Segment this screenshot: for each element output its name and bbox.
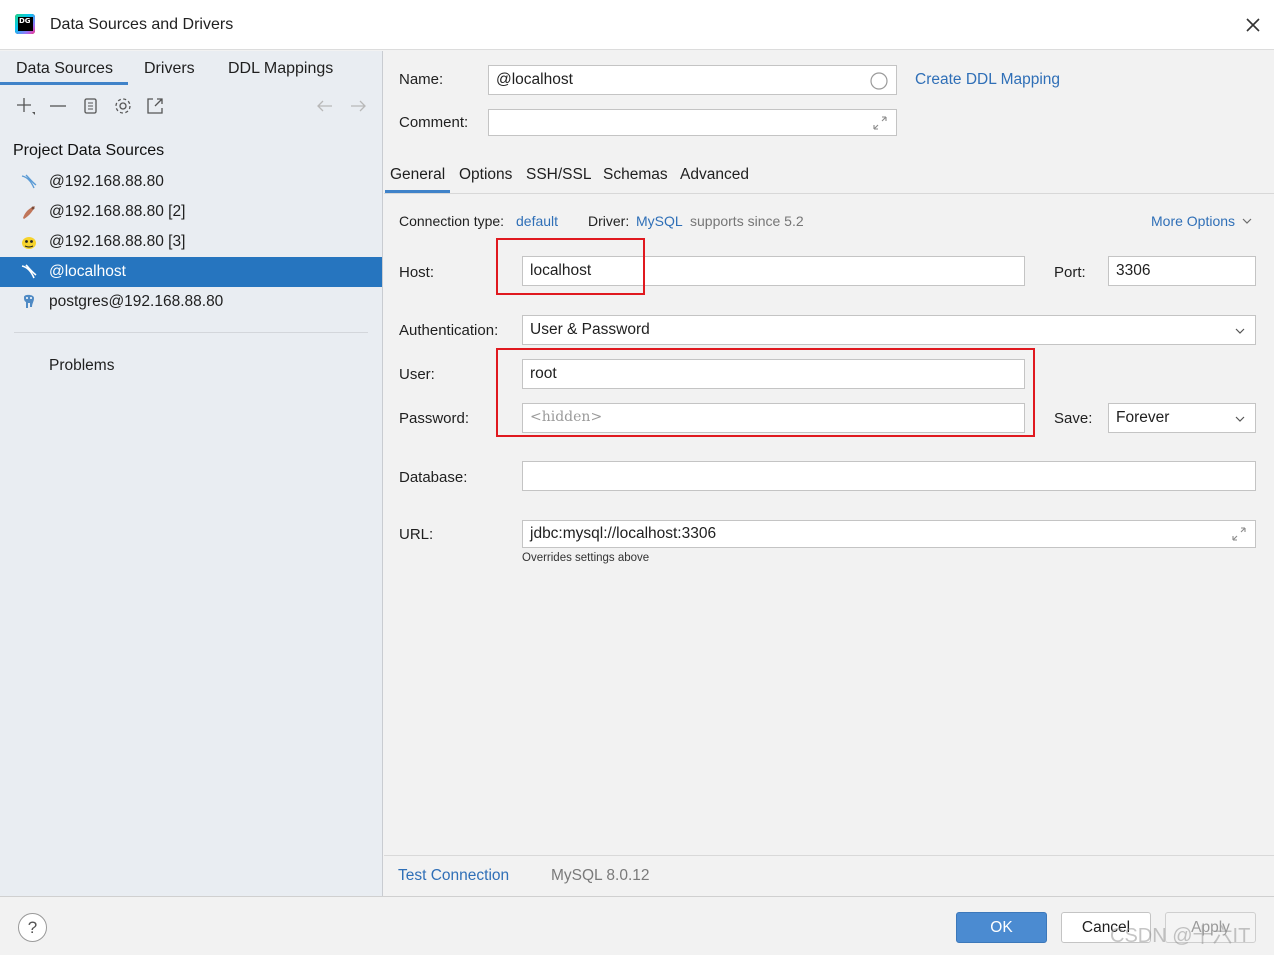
cancel-button[interactable]: Cancel: [1061, 912, 1151, 943]
datagrip-logo-icon: [15, 14, 35, 34]
tab-data-sources[interactable]: Data Sources: [16, 60, 113, 78]
connection-type-link[interactable]: default: [516, 213, 558, 229]
mysql-icon: [21, 174, 37, 189]
problems-item[interactable]: Problems: [49, 357, 114, 375]
duplicate-icon[interactable]: [79, 95, 101, 117]
data-source-label: @localhost: [49, 263, 126, 280]
active-tab-indicator: [0, 82, 128, 85]
tab-ddl-mappings[interactable]: DDL Mappings: [228, 60, 333, 78]
ok-button[interactable]: OK: [956, 912, 1047, 943]
chevron-down-icon: [1235, 416, 1245, 422]
save-select[interactable]: Forever: [1108, 403, 1256, 433]
url-value: jdbc:mysql://localhost:3306: [530, 525, 717, 542]
expand-icon[interactable]: [870, 113, 890, 133]
driver-link[interactable]: MySQL: [636, 213, 683, 229]
test-connection-link[interactable]: Test Connection: [398, 867, 509, 885]
highlight-box-host: [496, 238, 645, 295]
driver-note: supports since 5.2: [690, 213, 804, 229]
name-field[interactable]: @localhost: [488, 65, 897, 95]
authentication-value: User & Password: [530, 321, 650, 338]
data-source-label: postgres@192.168.88.80: [49, 293, 224, 310]
dialog-footer: ? OK Cancel Apply CSDN @十六IT: [0, 896, 1274, 955]
tab-options[interactable]: Options: [459, 166, 512, 184]
postgres-icon: [24, 294, 34, 308]
tab-divider: [384, 193, 1274, 194]
comment-label: Comment:: [399, 114, 469, 131]
apply-button[interactable]: Apply: [1165, 912, 1256, 943]
right-panel: Name: @localhost Create DDL Mapping Comm…: [384, 51, 1274, 896]
user-label: User:: [399, 366, 435, 383]
add-icon[interactable]: [14, 95, 36, 117]
driver-label: Driver:: [588, 213, 630, 229]
left-tabs: Data Sources Drivers DDL Mappings: [0, 51, 382, 85]
chevron-down-icon: [1242, 218, 1252, 224]
data-source-label: @192.168.88.80: [49, 173, 164, 190]
port-value: 3306: [1116, 262, 1151, 279]
port-label: Port:: [1054, 264, 1086, 281]
more-options-label: More Options: [1151, 213, 1236, 229]
highlight-box-credentials: [496, 348, 1035, 437]
color-circle-icon[interactable]: [869, 71, 889, 91]
name-label: Name:: [399, 71, 444, 88]
data-source-label: @192.168.88.80 [2]: [49, 203, 186, 220]
data-source-item[interactable]: @192.168.88.80 [2]: [0, 197, 382, 227]
authentication-label: Authentication:: [399, 322, 499, 339]
authentication-select[interactable]: User & Password: [522, 315, 1256, 345]
chevron-down-icon: [1235, 328, 1245, 334]
hive-icon: [22, 237, 36, 249]
connection-status-bar: Test Connection MySQL 8.0.12: [384, 855, 1274, 896]
database-field[interactable]: [522, 461, 1256, 491]
password-label: Password:: [399, 410, 470, 427]
server-version: MySQL 8.0.12: [551, 867, 650, 884]
forward-arrow-icon[interactable]: [347, 95, 369, 117]
mysql-icon: [21, 264, 37, 279]
tab-advanced[interactable]: Advanced: [680, 166, 749, 184]
external-link-icon[interactable]: [144, 95, 166, 117]
comment-field[interactable]: [488, 109, 897, 136]
port-field[interactable]: 3306: [1108, 256, 1256, 286]
close-icon[interactable]: [1242, 14, 1264, 36]
name-value: @localhost: [496, 71, 573, 88]
tab-general[interactable]: General: [390, 166, 445, 184]
tab-schemas[interactable]: Schemas: [603, 166, 668, 184]
section-title: Project Data Sources: [13, 142, 165, 159]
gear-icon[interactable]: [112, 95, 134, 117]
title-bar: Data Sources and Drivers: [0, 0, 1274, 50]
tab-ssh-ssl[interactable]: SSH/SSL: [526, 166, 591, 184]
data-source-label: @192.168.88.80 [3]: [49, 233, 186, 250]
connection-type-label: Connection type:: [399, 213, 505, 229]
url-field[interactable]: jdbc:mysql://localhost:3306: [522, 520, 1256, 548]
data-source-item[interactable]: @192.168.88.80 [3]: [0, 227, 382, 257]
more-options-link[interactable]: More Options: [1151, 213, 1252, 229]
back-arrow-icon[interactable]: [314, 95, 336, 117]
divider: [14, 332, 368, 333]
left-panel: Data Sources Drivers DDL Mappings Projec…: [0, 51, 383, 896]
url-label: URL:: [399, 526, 434, 543]
url-note: Overrides settings above: [522, 552, 650, 564]
save-value: Forever: [1116, 409, 1170, 426]
left-toolbar: [0, 91, 382, 121]
database-label: Database:: [399, 469, 468, 486]
create-ddl-mapping-link[interactable]: Create DDL Mapping: [915, 71, 1060, 89]
mariadb-icon: [23, 206, 35, 219]
tab-drivers[interactable]: Drivers: [144, 60, 195, 78]
save-label: Save:: [1054, 410, 1093, 427]
window-title: Data Sources and Drivers: [50, 16, 234, 33]
remove-icon[interactable]: [47, 95, 69, 117]
help-button[interactable]: ?: [18, 913, 47, 942]
data-source-item[interactable]: postgres@192.168.88.80: [0, 287, 382, 317]
data-source-item-selected[interactable]: @localhost: [0, 257, 382, 287]
expand-icon[interactable]: [1229, 524, 1249, 544]
host-label: Host:: [399, 264, 435, 281]
data-source-item[interactable]: @192.168.88.80: [0, 167, 382, 197]
